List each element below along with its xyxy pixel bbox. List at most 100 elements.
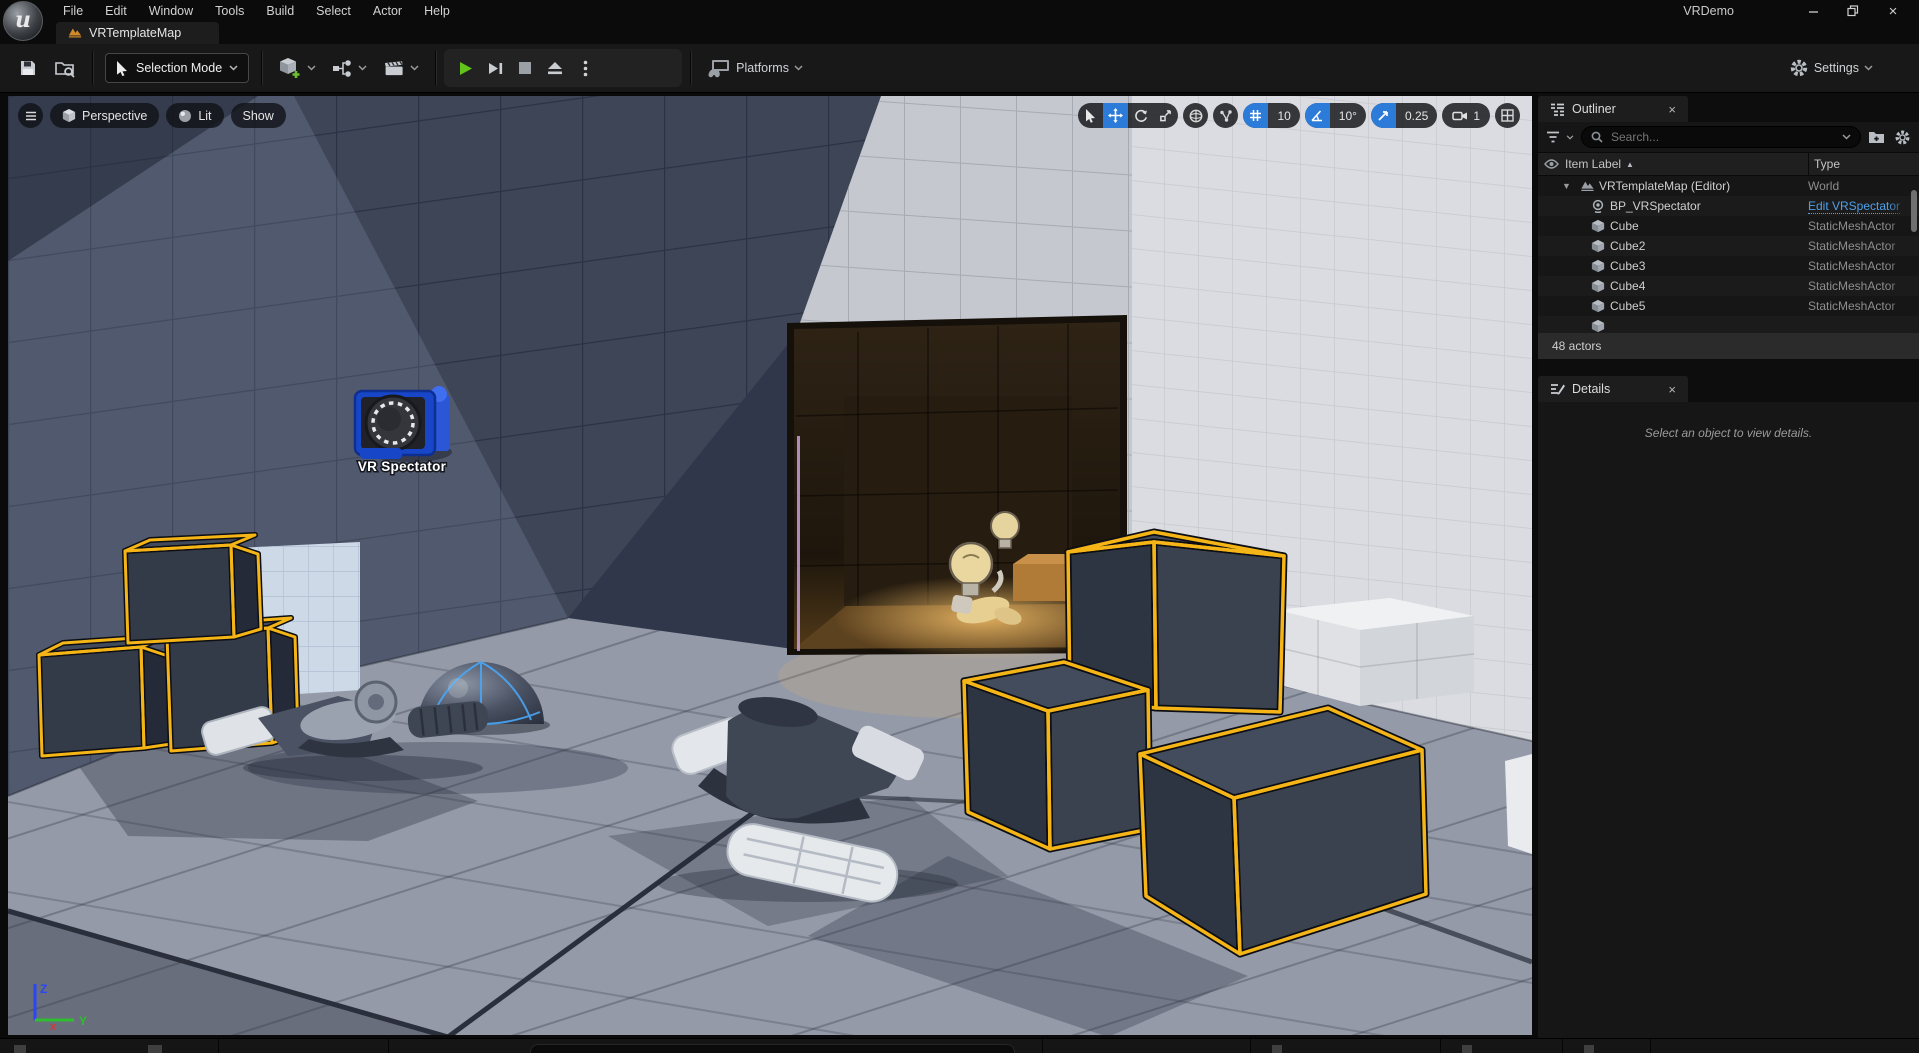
eye-icon[interactable]: [1538, 159, 1565, 169]
outliner-row-bp-vrspectator[interactable]: BP_VRSpectator Edit VRSpectator: [1538, 196, 1919, 216]
scale-snap-control: 0.25: [1371, 103, 1437, 128]
viewport-options-button[interactable]: [18, 103, 43, 128]
add-actor-button[interactable]: [270, 50, 324, 86]
scale-tool-button[interactable]: [1153, 103, 1178, 128]
settings-button[interactable]: Settings: [1781, 50, 1881, 86]
details-icon: [1550, 382, 1565, 396]
selection-mode-button[interactable]: Selection Mode: [105, 53, 249, 83]
tab-outliner[interactable]: Outliner ×: [1538, 96, 1688, 122]
restore-button[interactable]: [1833, 0, 1873, 22]
expand-caret-icon[interactable]: ▼: [1562, 181, 1575, 191]
svg-text:x: x: [50, 1021, 57, 1033]
menu-edit[interactable]: Edit: [94, 0, 138, 22]
unreal-logo-icon[interactable]: u: [3, 1, 43, 41]
rotation-snap-value[interactable]: 10°: [1330, 103, 1366, 128]
camera-mode-button[interactable]: Perspective: [50, 103, 159, 128]
menu-window[interactable]: Window: [138, 0, 204, 22]
content-drawer-icon[interactable]: [14, 1045, 26, 1053]
white-cube[interactable]: [1276, 598, 1474, 706]
minimize-button[interactable]: [1793, 0, 1833, 22]
rotate-tool-button[interactable]: [1128, 103, 1153, 128]
cube-icon: [1590, 259, 1606, 273]
filter-icon[interactable]: [1544, 125, 1576, 149]
cinematics-button[interactable]: [375, 50, 427, 86]
row-label: BP_VRSpectator: [1610, 199, 1701, 213]
world-local-toggle-button[interactable]: [1183, 103, 1208, 128]
outliner-row-cube[interactable]: CubeStaticMeshActor: [1538, 216, 1919, 236]
new-folder-icon[interactable]: [1866, 125, 1887, 149]
close-button[interactable]: ×: [1873, 0, 1913, 22]
viewport-topright-controls: 10 10° 0.25 1: [1078, 103, 1520, 128]
sort-ascending-icon: ▲: [1626, 160, 1634, 169]
scale-snap-toggle[interactable]: [1371, 103, 1396, 128]
menu-select[interactable]: Select: [305, 0, 362, 22]
eject-button[interactable]: [542, 53, 568, 83]
rotation-snap-toggle[interactable]: [1305, 103, 1330, 128]
show-flags-label: Show: [243, 109, 274, 123]
outliner-row-cube5[interactable]: Cube5StaticMeshActor: [1538, 296, 1919, 316]
surface-snapping-button[interactable]: [1213, 103, 1238, 128]
stop-button[interactable]: [512, 53, 538, 83]
outliner-tab-label: Outliner: [1572, 102, 1616, 116]
row-type: [1808, 316, 1910, 333]
outliner-row-cube3[interactable]: Cube3 StaticMeshActor: [1538, 256, 1919, 276]
menu-tools[interactable]: Tools: [204, 0, 255, 22]
grid-snap-value[interactable]: 10: [1268, 103, 1299, 128]
tab-details[interactable]: Details ×: [1538, 376, 1688, 402]
output-log-icon[interactable]: [148, 1045, 162, 1053]
camera-speed-button[interactable]: 1: [1442, 103, 1490, 128]
column-item-label[interactable]: Item Label ▲: [1565, 157, 1634, 171]
close-icon[interactable]: ×: [1652, 102, 1676, 117]
details-empty-text: Select an object to view details.: [1538, 426, 1919, 440]
perspective-cube-icon: [62, 108, 76, 123]
browse-content-button[interactable]: [46, 50, 84, 86]
outliner-row-vrtemplatemap-editor-[interactable]: ▼VRTemplateMap (Editor)World: [1538, 176, 1919, 196]
outliner-search[interactable]: [1581, 126, 1861, 148]
main-toolbar: Selection Mode: [0, 44, 1919, 93]
viewport[interactable]: VR Spectator Z Y x Perspective Lit: [8, 96, 1532, 1035]
edit-blueprint-link[interactable]: Edit VRSpectator: [1808, 199, 1900, 214]
menu-help[interactable]: Help: [413, 0, 461, 22]
close-icon[interactable]: ×: [1652, 382, 1676, 397]
play-options-button[interactable]: [572, 53, 598, 83]
blueprints-button[interactable]: [324, 50, 375, 86]
vr-spectator-actor[interactable]: [355, 386, 452, 462]
column-type[interactable]: Type: [1808, 153, 1919, 175]
row-label: Cube5: [1610, 299, 1645, 313]
outliner-settings-icon[interactable]: [1892, 125, 1913, 149]
details-tab-label: Details: [1572, 382, 1610, 396]
row-type: Edit VRSpectator: [1808, 196, 1910, 216]
select-tool-button[interactable]: [1078, 103, 1103, 128]
level-tab[interactable]: VRTemplateMap: [56, 22, 219, 44]
outliner-scrollbar[interactable]: [1911, 190, 1917, 232]
row-type: StaticMeshActor: [1808, 256, 1910, 276]
save-button[interactable]: [10, 50, 46, 86]
platforms-button[interactable]: Platforms: [699, 50, 811, 86]
search-input[interactable]: [1609, 129, 1836, 145]
menu-actor[interactable]: Actor: [362, 0, 413, 22]
quad-view-button[interactable]: [1495, 103, 1520, 128]
play-button[interactable]: [452, 53, 478, 83]
outliner-row-partial[interactable]: [1538, 316, 1919, 333]
outliner-row-cube2[interactable]: Cube2StaticMeshActor: [1538, 236, 1919, 256]
console-input[interactable]: [530, 1044, 1015, 1053]
grid-snap-toggle[interactable]: [1243, 103, 1268, 128]
viewport-canvas[interactable]: VR Spectator Z Y x: [8, 96, 1532, 1035]
row-label: Cube4: [1610, 279, 1645, 293]
outliner-row-cube4[interactable]: Cube4StaticMeshActor: [1538, 276, 1919, 296]
camera-icon: [1590, 199, 1606, 213]
menu-file[interactable]: File: [52, 0, 94, 22]
row-label: Cube3: [1610, 259, 1645, 273]
view-mode-button[interactable]: Lit: [166, 103, 223, 128]
move-tool-button[interactable]: [1103, 103, 1128, 128]
platforms-label: Platforms: [736, 61, 789, 75]
row-label: Cube2: [1610, 239, 1645, 253]
level-icon: [1579, 179, 1595, 193]
right-panel: Outliner ×: [1538, 93, 1919, 1038]
scale-snap-value[interactable]: 0.25: [1396, 103, 1437, 128]
menu-build[interactable]: Build: [255, 0, 305, 22]
frame-skip-button[interactable]: [482, 53, 508, 83]
show-flags-button[interactable]: Show: [231, 103, 286, 128]
details-panel: Select an object to view details.: [1538, 402, 1919, 1038]
outliner-column-header: Item Label ▲ Type: [1538, 152, 1919, 176]
